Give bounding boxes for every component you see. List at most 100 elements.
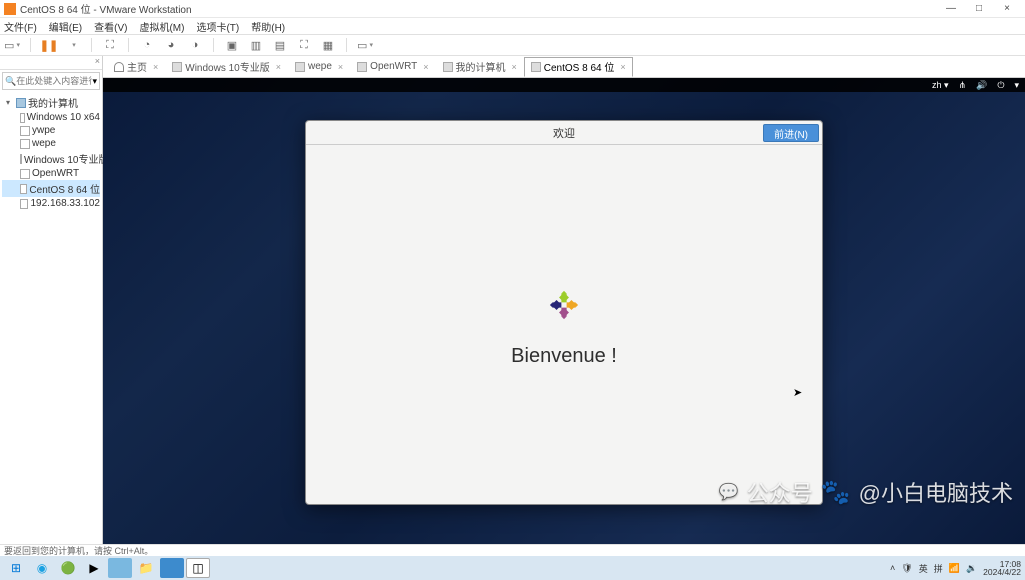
tree-item-label: CentOS 8 64 位 (29, 181, 100, 196)
gnome-input-lang[interactable]: zh ▾ (932, 80, 949, 91)
taskbar-app1[interactable] (108, 558, 132, 578)
guest-cursor: ➤ (793, 386, 802, 399)
tree-item[interactable]: wepe (2, 137, 100, 150)
tab[interactable]: 我的计算机 × (436, 57, 524, 77)
start-button[interactable]: ⊞ (4, 558, 28, 578)
library-close[interactable]: × (0, 56, 102, 70)
taskbar-explorer[interactable]: 📁 (134, 558, 158, 578)
tab-close-icon[interactable]: × (423, 62, 428, 72)
tree-item[interactable]: Windows 10专业版 (2, 150, 100, 167)
tab-close-icon[interactable]: × (620, 62, 625, 72)
menu-help[interactable]: 帮助(H) (251, 19, 285, 34)
tray-date: 2024/4/22 (983, 568, 1021, 577)
tab[interactable]: CentOS 8 64 位× (524, 57, 633, 77)
view-cycle-button[interactable]: ▦ (320, 37, 336, 53)
tree-item[interactable]: OpenWRT (2, 167, 100, 180)
tab[interactable]: wepe × (288, 57, 350, 77)
library-search[interactable]: 🔍 ▾ (2, 72, 100, 90)
library-toggle-button[interactable]: ▭ (4, 37, 20, 53)
expander-icon[interactable]: ▾ (6, 98, 14, 107)
snapshot-manage-button[interactable]: ◑ (187, 37, 203, 53)
vm-icon (20, 169, 30, 179)
taskbar-app2[interactable] (160, 558, 184, 578)
library-search-input[interactable] (16, 76, 92, 86)
vm-icon (20, 184, 27, 194)
menu-view[interactable]: 查看(V) (94, 19, 127, 34)
titlebar: CentOS 8 64 位 - VMware Workstation — □ × (0, 0, 1025, 18)
tab-label: 我的计算机 (456, 59, 506, 74)
tree-root[interactable]: ▾ 我的计算机 (2, 94, 100, 111)
setup-welcome-text: Bienvenue ! (511, 345, 617, 368)
tree-item-label: 192.168.33.102 (30, 198, 100, 209)
vmware-icon (4, 3, 16, 15)
tray-ime1[interactable]: 英 (919, 562, 928, 575)
pause-button[interactable]: ❚❚ (41, 37, 57, 53)
tab-close-icon[interactable]: × (276, 62, 281, 72)
fullscreen-button[interactable]: ▣ (224, 37, 240, 53)
send-ctrl-alt-del-button[interactable]: ⛶ (102, 37, 118, 53)
taskbar-media[interactable]: ▶ (82, 558, 106, 578)
vm-icon (20, 154, 22, 164)
network-icon[interactable]: ⋔ (959, 80, 967, 91)
vm-viewport[interactable]: zh ▾ ⋔ 🔊 ⏻ ▾ 欢迎 前进(N) (103, 78, 1025, 544)
search-dropdown-icon[interactable]: ▾ (92, 76, 97, 87)
tree-item-label: ywpe (32, 125, 55, 136)
vm-tab-icon (357, 62, 367, 72)
host-taskbar: ⊞ ◉ 🟢 ▶ 📁 ◫ ˄ 🛡 英 拼 📶 🔉 17:08 2024/4/22 (0, 556, 1025, 580)
tray-ime2[interactable]: 拼 (934, 562, 943, 575)
tab-label: 主页 (127, 59, 147, 74)
power-icon[interactable]: ⏻ (997, 80, 1004, 91)
menu-edit[interactable]: 编辑(E) (49, 19, 82, 34)
paw-icon: 🐾 (821, 478, 851, 507)
menu-vm[interactable]: 虚拟机(M) (139, 19, 184, 34)
tray-clock[interactable]: 17:08 2024/4/22 (983, 560, 1021, 577)
tab[interactable]: OpenWRT × (350, 57, 435, 77)
window-minimize[interactable]: — (937, 3, 965, 14)
system-tray: ˄ 🛡 英 拼 📶 🔉 17:08 2024/4/22 (890, 560, 1021, 577)
taskbar-vmware[interactable]: ◫ (186, 558, 210, 578)
tree-item-label: Windows 10 x64 (27, 112, 100, 123)
taskbar-edge[interactable]: ◉ (30, 558, 54, 578)
window-close[interactable]: × (993, 3, 1021, 14)
taskbar-chrome[interactable]: 🟢 (56, 558, 80, 578)
gnome-top-bar: zh ▾ ⋔ 🔊 ⏻ ▾ (103, 78, 1025, 92)
tray-wifi-icon[interactable]: 📶 (949, 563, 960, 574)
setup-title: 欢迎 (553, 125, 575, 141)
stretch-button[interactable]: ⛶ (296, 37, 312, 53)
menu-tabs[interactable]: 选项卡(T) (196, 19, 239, 34)
window-maximize[interactable]: □ (965, 3, 993, 14)
toolbar: ▭ ❚❚ ⛶ ◔ ◕ ◑ ▣ ▥ ▤ ⛶ ▦ ▭ (0, 34, 1025, 56)
tree-item[interactable]: Windows 10 x64 (2, 111, 100, 124)
tab-label: OpenWRT (370, 61, 417, 72)
tab-close-icon[interactable]: × (512, 62, 517, 72)
watermark-text: @小白电脑技术 (859, 476, 1013, 508)
vm-tab-icon (295, 62, 305, 72)
volume-icon[interactable]: 🔊 (976, 80, 987, 91)
system-menu-icon[interactable]: ▾ (1014, 80, 1019, 91)
power-dropdown[interactable] (65, 37, 81, 53)
tray-volume-icon[interactable]: 🔉 (966, 563, 977, 574)
tree-item-label: OpenWRT (32, 168, 79, 179)
tree-item[interactable]: CentOS 8 64 位 (2, 180, 100, 197)
statusbar: 要返回到您的计算机，请按 Ctrl+Alt。 (0, 544, 1025, 556)
setup-next-button[interactable]: 前进(N) (763, 124, 819, 142)
snapshot-take-button[interactable]: ◔ (139, 37, 155, 53)
tree-item[interactable]: 192.168.33.102 (2, 197, 100, 210)
tab-close-icon[interactable]: × (338, 62, 343, 72)
console-button[interactable]: ▤ (272, 37, 288, 53)
setup-next-label: 前进(N) (774, 126, 808, 141)
unity-button[interactable]: ▥ (248, 37, 264, 53)
tray-shield-icon[interactable]: 🛡 (901, 563, 912, 574)
quick-switch-button[interactable]: ▭ (357, 37, 373, 53)
tree-item[interactable]: ywpe (2, 124, 100, 137)
tray-expand-icon[interactable]: ˄ (890, 563, 895, 573)
snapshot-revert-button[interactable]: ◕ (163, 37, 179, 53)
tree-item-label: wepe (32, 138, 56, 149)
tab-close-icon[interactable]: × (153, 62, 158, 72)
tab-label: wepe (308, 61, 332, 72)
tab[interactable]: 主页 × (107, 57, 165, 77)
vm-icon (20, 113, 25, 123)
tab[interactable]: Windows 10专业版× (165, 57, 288, 77)
menu-file[interactable]: 文件(F) (4, 19, 37, 34)
search-icon: 🔍 (5, 76, 16, 87)
